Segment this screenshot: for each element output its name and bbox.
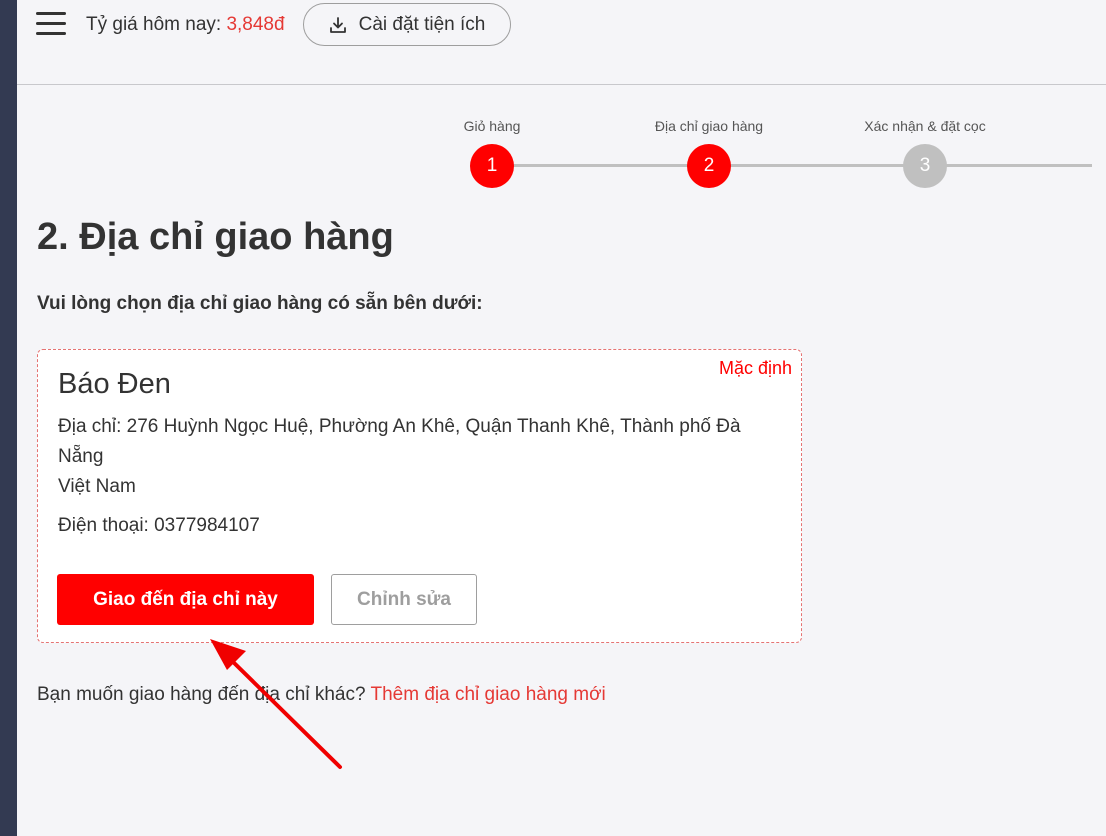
left-window-strip bbox=[0, 0, 17, 836]
recipient-name: Báo Đen bbox=[58, 368, 171, 400]
checkout-stepper: Giỏ hàng 1 Địa chỉ giao hàng 2 Xác nhận … bbox=[17, 110, 1106, 190]
step-2-circle[interactable]: 2 bbox=[687, 144, 731, 188]
top-header: Tỷ giá hôm nay: 3,848đ Cài đặt tiện ích bbox=[17, 0, 1106, 85]
exchange-rate-value: 3,848đ bbox=[226, 14, 285, 35]
step-2-label: Địa chỉ giao hàng bbox=[654, 118, 764, 134]
other-address-prompt: Bạn muốn giao hàng đến địa chỉ khác? Thê… bbox=[37, 684, 606, 706]
step-3-label: Xác nhận & đặt cọc bbox=[864, 118, 986, 134]
exchange-rate: Tỷ giá hôm nay: 3,848đ bbox=[86, 13, 285, 37]
main-area: Tỷ giá hôm nay: 3,848đ Cài đặt tiện ích … bbox=[17, 0, 1106, 836]
address-card: Mặc định Báo Đen Địa chỉ: 276 Huỳnh Ngọc… bbox=[37, 349, 802, 643]
address-text: Địa chỉ: 276 Huỳnh Ngọc Huệ, Phường An K… bbox=[58, 412, 788, 502]
step-3-circle: 3 bbox=[903, 144, 947, 188]
install-extension-button[interactable]: Cài đặt tiện ích bbox=[303, 3, 511, 46]
exchange-rate-label: Tỷ giá hôm nay: bbox=[86, 14, 227, 35]
edit-address-button[interactable]: Chỉnh sửa bbox=[331, 574, 477, 625]
default-badge: Mặc định bbox=[718, 358, 792, 378]
stepper-line bbox=[492, 164, 1092, 167]
page-title: 2. Địa chỉ giao hàng bbox=[37, 216, 394, 258]
ship-to-address-button[interactable]: Giao đến địa chỉ này bbox=[57, 574, 314, 625]
download-icon bbox=[329, 16, 346, 33]
step-1-circle[interactable]: 1 bbox=[470, 144, 514, 188]
phone-text: Điện thoại: 0377984107 bbox=[58, 515, 260, 536]
other-address-question: Bạn muốn giao hàng đến địa chỉ khác? bbox=[37, 684, 371, 705]
step-1-label: Giỏ hàng bbox=[463, 118, 521, 134]
address-line: Địa chỉ: 276 Huỳnh Ngọc Huệ, Phường An K… bbox=[58, 416, 741, 467]
install-extension-label: Cài đặt tiện ích bbox=[358, 13, 486, 35]
instruction-text: Vui lòng chọn địa chỉ giao hàng có sẵn b… bbox=[37, 293, 483, 314]
address-country: Việt Nam bbox=[58, 476, 136, 497]
hamburger-menu-icon[interactable] bbox=[36, 12, 66, 36]
add-new-address-link[interactable]: Thêm địa chỉ giao hàng mới bbox=[370, 684, 605, 705]
